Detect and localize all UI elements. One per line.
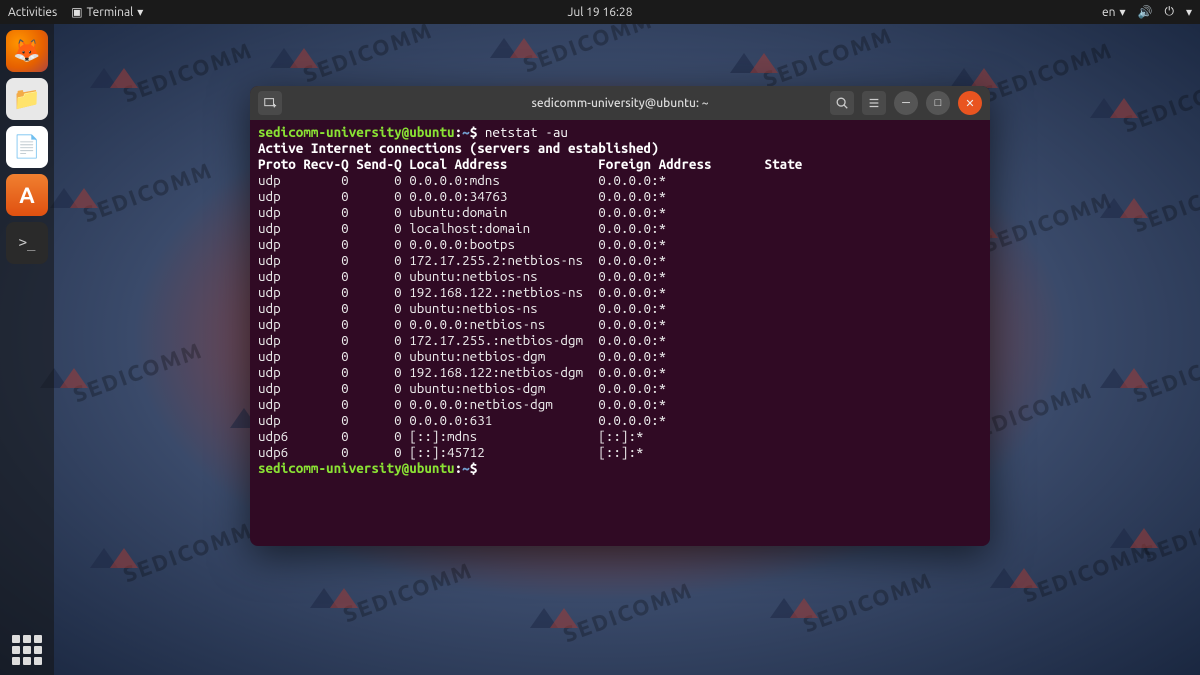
chevron-down-icon: ▾ <box>137 5 143 19</box>
new-tab-button[interactable] <box>258 91 282 115</box>
hamburger-menu-button[interactable] <box>862 91 886 115</box>
dock-app-terminal[interactable]: >_ <box>6 222 48 264</box>
terminal-body[interactable]: sedicomm-university@ubuntu:~$ netstat -a… <box>250 120 990 546</box>
terminal-titlebar[interactable]: sedicomm-university@ubuntu: ~ ─ □ ✕ <box>250 86 990 120</box>
search-button[interactable] <box>830 91 854 115</box>
terminal-menu-label: Terminal <box>87 6 134 19</box>
hamburger-icon <box>867 96 881 110</box>
chevron-down-icon: ▾ <box>1119 5 1125 19</box>
power-icon[interactable]: ⏻ <box>1164 5 1174 19</box>
top-bar: Activities ▣ Terminal ▾ Jul 19 16:28 en … <box>0 0 1200 24</box>
dock-app-office[interactable]: 📄 <box>6 126 48 168</box>
close-button[interactable]: ✕ <box>958 91 982 115</box>
volume-icon[interactable]: 🔊 <box>1138 5 1153 19</box>
dock-app-software[interactable]: A <box>6 174 48 216</box>
terminal-window: sedicomm-university@ubuntu: ~ ─ □ ✕ sedi… <box>250 86 990 546</box>
terminal-menu[interactable]: ▣ Terminal ▾ <box>71 5 143 19</box>
terminal-icon: ▣ <box>71 5 82 19</box>
lang-indicator[interactable]: en ▾ <box>1102 5 1126 19</box>
lang-label: en <box>1102 6 1115 19</box>
clock[interactable]: Jul 19 16:28 <box>568 6 633 19</box>
chevron-down-icon[interactable]: ▾ <box>1186 5 1192 19</box>
window-title: sedicomm-university@ubuntu: ~ <box>532 97 709 110</box>
dock-app-firefox[interactable]: 🦊 <box>6 30 48 72</box>
show-applications-button[interactable] <box>12 635 42 665</box>
maximize-button[interactable]: □ <box>926 91 950 115</box>
plus-tab-icon <box>263 96 277 110</box>
dock: 🦊 📁 📄 A >_ <box>0 24 54 675</box>
minimize-button[interactable]: ─ <box>894 91 918 115</box>
search-icon <box>835 96 849 110</box>
activities-button[interactable]: Activities <box>8 6 57 19</box>
dock-app-files[interactable]: 📁 <box>6 78 48 120</box>
